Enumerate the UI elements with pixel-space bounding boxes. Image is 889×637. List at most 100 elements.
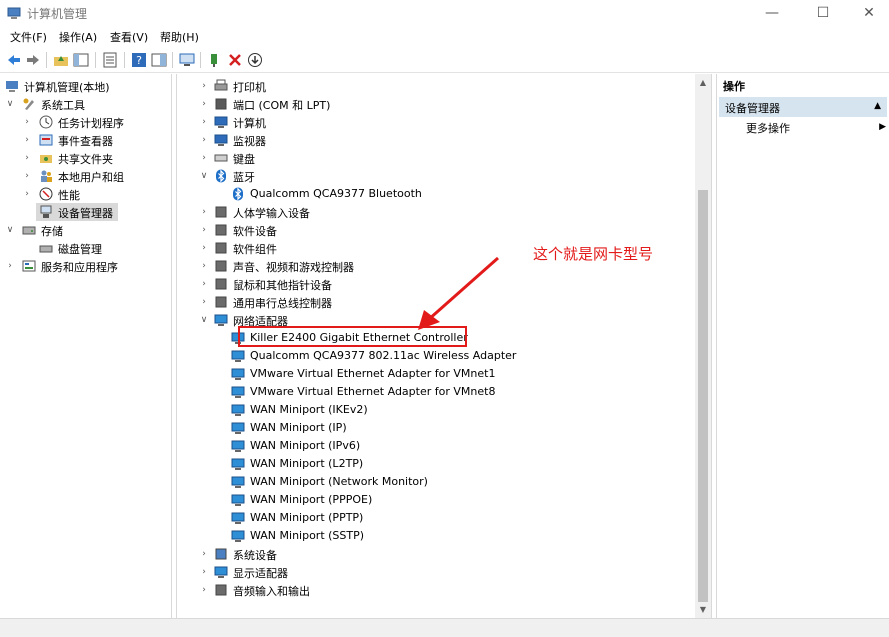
device-tree-item[interactable]: WAN Miniport (SSTP) [177, 527, 697, 545]
expand-arrow-icon[interactable]: › [22, 131, 32, 149]
device-tree-item[interactable]: › 系统设备 [177, 545, 697, 563]
collapse-arrow-icon[interactable]: ∨ [199, 311, 209, 329]
tree-item-computer-management[interactable]: 计算机管理(本地) [0, 77, 172, 95]
performance-icon [39, 187, 53, 201]
vertical-scrollbar[interactable]: ▲ ▼ [695, 74, 711, 618]
expand-arrow-icon[interactable]: › [22, 185, 32, 203]
device-tree-item-label: 声音、视频和游戏控制器 [233, 261, 354, 274]
properties-icon[interactable] [102, 52, 118, 68]
toolbar-separator [124, 52, 125, 68]
collapse-triangle-icon[interactable]: ▲ [874, 101, 881, 111]
tree-item-shared-folders[interactable]: › 共享文件夹 [0, 149, 172, 167]
toolbar: ? [0, 47, 889, 73]
tree-item-task-scheduler[interactable]: › 任务计划程序 [0, 113, 172, 131]
device-tree-item[interactable]: › 监视器 [177, 131, 697, 149]
tree-item-device-manager[interactable]: 设备管理器 [36, 203, 118, 221]
expand-arrow-icon[interactable]: › [199, 203, 209, 221]
disk-icon [39, 245, 53, 253]
device-tree-item[interactable]: VMware Virtual Ethernet Adapter for VMne… [177, 383, 697, 401]
expand-arrow-icon[interactable]: › [5, 257, 15, 275]
tree-item-system-tools[interactable]: ∨ 系统工具 [0, 95, 172, 113]
device-tree-item-label: Qualcomm QCA9377 802.11ac Wireless Adapt… [250, 349, 517, 362]
up-folder-icon[interactable] [53, 52, 69, 68]
device-tree-item[interactable]: WAN Miniport (IKEv2) [177, 401, 697, 419]
actions-section-device-manager[interactable]: 设备管理器 ▲ [719, 97, 887, 117]
tree-item-storage[interactable]: ∨ 存储 [0, 221, 172, 239]
expand-arrow-icon[interactable]: › [199, 257, 209, 275]
enable-device-icon[interactable] [247, 52, 263, 68]
expand-arrow-icon[interactable]: › [199, 275, 209, 293]
action-pane-icon[interactable] [151, 52, 167, 68]
tree-item-label: 任务计划程序 [58, 117, 124, 130]
network-adapter-icon [214, 314, 228, 326]
expand-arrow-icon[interactable]: › [22, 167, 32, 185]
close-button[interactable]: ✕ [846, 0, 889, 27]
device-tree-item[interactable]: › 计算机 [177, 113, 697, 131]
tree-item-event-viewer[interactable]: › 事件查看器 [0, 131, 172, 149]
network-adapter-icon [231, 422, 245, 434]
device-tree-item[interactable]: WAN Miniport (L2TP) [177, 455, 697, 473]
tree-item-label: 服务和应用程序 [41, 261, 118, 274]
expand-arrow-icon[interactable]: › [199, 545, 209, 563]
expand-arrow-icon[interactable]: › [199, 239, 209, 257]
scroll-down-icon[interactable]: ▼ [695, 601, 711, 618]
device-tree-item[interactable]: VMware Virtual Ethernet Adapter for VMne… [177, 365, 697, 383]
minimize-button[interactable]: — [749, 0, 795, 27]
tree-item-services[interactable]: › 服务和应用程序 [0, 257, 172, 275]
window-title: 计算机管理 [27, 7, 88, 21]
maximize-button[interactable]: ☐ [800, 0, 846, 27]
expand-arrow-icon[interactable]: › [199, 77, 209, 95]
expand-arrow-icon[interactable]: › [199, 221, 209, 239]
scan-hardware-icon[interactable] [179, 52, 195, 68]
collapse-arrow-icon[interactable]: ∨ [5, 95, 15, 113]
sound-icon [215, 260, 227, 272]
menu-action[interactable]: 操作(A) [59, 29, 97, 45]
help-icon[interactable]: ? [131, 52, 147, 68]
device-tree-item[interactable]: ∨ 蓝牙 [177, 167, 697, 185]
expand-arrow-icon[interactable]: › [199, 293, 209, 311]
more-actions-item[interactable]: 更多操作 ▶ [746, 120, 886, 138]
menu-help[interactable]: 帮助(H) [160, 29, 199, 45]
expand-arrow-icon[interactable]: › [199, 149, 209, 167]
device-tree-item[interactable]: › 音频输入和输出 [177, 581, 697, 599]
tree-item-label: 磁盘管理 [58, 243, 102, 256]
actions-section-label: 设备管理器 [725, 102, 780, 115]
device-tree-item[interactable]: WAN Miniport (IPv6) [177, 437, 697, 455]
update-driver-icon[interactable] [207, 52, 223, 68]
device-tree-item[interactable]: › 人体学输入设备 [177, 203, 697, 221]
device-tree-item[interactable]: › 键盘 [177, 149, 697, 167]
uninstall-icon[interactable] [227, 52, 243, 68]
device-tree-item[interactable]: WAN Miniport (IP) [177, 419, 697, 437]
scroll-thumb[interactable] [698, 190, 708, 602]
tree-item-disk-management[interactable]: 磁盘管理 [0, 239, 172, 257]
device-tree-item[interactable]: WAN Miniport (Network Monitor) [177, 473, 697, 491]
forward-icon[interactable] [25, 52, 41, 68]
device-tree-item[interactable]: › 端口 (COM 和 LPT) [177, 95, 697, 113]
expand-arrow-icon[interactable]: › [199, 131, 209, 149]
device-tree-item[interactable]: WAN Miniport (PPPOE) [177, 491, 697, 509]
collapse-arrow-icon[interactable]: ∨ [5, 221, 15, 239]
collapse-arrow-icon[interactable]: ∨ [199, 167, 209, 185]
expand-arrow-icon[interactable]: › [22, 149, 32, 167]
device-tree-item[interactable]: › 打印机 [177, 77, 697, 95]
back-icon[interactable] [6, 52, 22, 68]
scroll-up-icon[interactable]: ▲ [695, 74, 711, 91]
expand-arrow-icon[interactable]: › [199, 563, 209, 581]
device-tree-item-label: 键盘 [233, 153, 255, 166]
device-tree-item[interactable]: WAN Miniport (PPTP) [177, 509, 697, 527]
device-tree-item[interactable]: Qualcomm QCA9377 802.11ac Wireless Adapt… [177, 347, 697, 365]
expand-arrow-icon[interactable]: › [199, 581, 209, 599]
show-hide-tree-icon[interactable] [73, 52, 89, 68]
expand-arrow-icon[interactable]: › [199, 95, 209, 113]
device-tree-item-label: Qualcomm QCA9377 Bluetooth [250, 187, 422, 200]
expand-arrow-icon[interactable]: › [199, 113, 209, 131]
device-tree-item[interactable]: Qualcomm QCA9377 Bluetooth [177, 185, 697, 203]
toolbar-separator [46, 52, 47, 68]
device-tree-item[interactable]: › 软件设备 [177, 221, 697, 239]
tree-item-performance[interactable]: › 性能 [0, 185, 172, 203]
menu-view[interactable]: 查看(V) [110, 29, 148, 45]
device-tree-item[interactable]: › 显示适配器 [177, 563, 697, 581]
expand-arrow-icon[interactable]: › [22, 113, 32, 131]
menu-file[interactable]: 文件(F) [10, 29, 47, 45]
tree-item-local-users[interactable]: › 本地用户和组 [0, 167, 172, 185]
